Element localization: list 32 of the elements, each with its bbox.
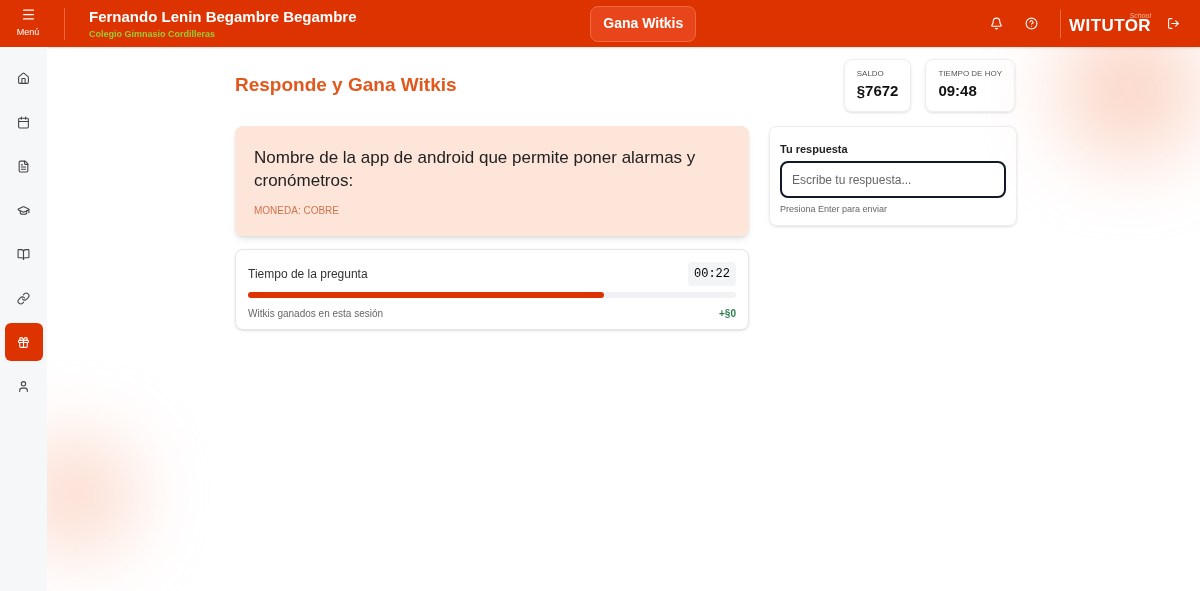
logo: WITUTOR bbox=[1069, 17, 1151, 35]
document-icon bbox=[17, 159, 30, 173]
sidebar-item[interactable] bbox=[4, 323, 43, 361]
earned-value: +§0 bbox=[719, 306, 736, 321]
logout-icon[interactable] bbox=[1167, 17, 1180, 30]
gana-witkis-button[interactable]: Gana Witkis bbox=[590, 5, 697, 42]
link-icon bbox=[17, 291, 30, 305]
stat-label: SALDO bbox=[856, 68, 885, 80]
earned-label: Witkis ganados en esta sesión bbox=[248, 306, 384, 321]
timer-value: 00:22 bbox=[688, 261, 736, 286]
user-name: Fernando Lenin Begambre Begambre bbox=[89, 6, 357, 27]
stat-label: TIEMPO DE HOY bbox=[938, 68, 1002, 80]
school-name: Colegio Gimnasio Cordilleras bbox=[89, 28, 217, 41]
gift-icon bbox=[17, 335, 30, 349]
help-icon[interactable] bbox=[1025, 17, 1038, 30]
page-title: Responde y Gana Witkis bbox=[235, 73, 457, 97]
answer-label: Tu respuesta bbox=[780, 141, 849, 157]
book-icon bbox=[17, 247, 30, 261]
graduation-cap-icon bbox=[17, 203, 30, 217]
menu-icon bbox=[20, 7, 36, 23]
answer-hint: Presiona Enter para enviar bbox=[780, 203, 889, 216]
notification-bell-icon[interactable] bbox=[990, 17, 1003, 30]
question-text: Nombre de la app de android que permite poner alarmas y cronómetros: bbox=[254, 146, 697, 192]
menu-button[interactable]: Menú bbox=[8, 7, 48, 40]
stat-value: 09:48 bbox=[938, 81, 978, 101]
calendar-icon bbox=[17, 115, 30, 129]
timer-label: Tiempo de la pregunta bbox=[248, 265, 368, 283]
currency-label: MONEDA: COBRE bbox=[254, 203, 340, 218]
stat-value: §7672 bbox=[856, 81, 899, 101]
answer-field[interactable]: Escribe tu respuesta... bbox=[780, 161, 1006, 198]
user-icon bbox=[17, 379, 30, 393]
home-icon bbox=[17, 71, 30, 85]
